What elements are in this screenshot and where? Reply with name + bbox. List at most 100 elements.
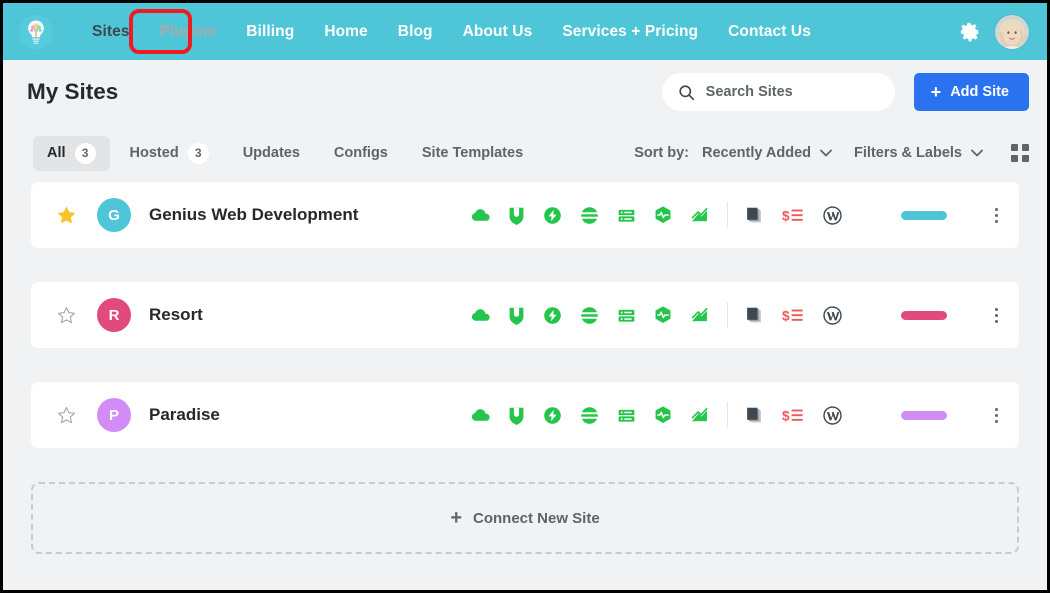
tab-hosted[interactable]: Hosted 3 xyxy=(116,136,223,171)
search-placeholder: Search Sites xyxy=(705,84,793,100)
nav-item-services-pricing[interactable]: Services + Pricing xyxy=(547,16,713,48)
chevron-down-icon xyxy=(820,149,832,157)
site-name[interactable]: Paradise xyxy=(149,405,220,425)
tab-configs[interactable]: Configs xyxy=(320,138,402,168)
nav-item-blog[interactable]: Blog xyxy=(383,16,448,48)
table-row[interactable]: R Resort $ xyxy=(31,282,1019,348)
nav-item-contact-us[interactable]: Contact Us xyxy=(713,16,826,48)
page-header: My Sites Search Sites + Add Site xyxy=(3,60,1047,124)
hexagon-pulse-icon[interactable] xyxy=(653,305,673,326)
stacked-pages-icon[interactable] xyxy=(745,206,764,225)
smartcrawl-icon[interactable] xyxy=(579,205,600,226)
page-title: My Sites xyxy=(27,79,119,104)
analytics-chart-icon[interactable] xyxy=(689,205,710,226)
row-meta-icons: $ xyxy=(745,205,843,226)
svg-text:$: $ xyxy=(782,208,790,223)
tab-hosted-count: 3 xyxy=(187,142,209,164)
service-status-icons xyxy=(470,205,710,226)
billing-dollar-list-icon[interactable]: $ xyxy=(782,306,804,325)
tab-all-count: 3 xyxy=(74,142,96,164)
wordpress-icon[interactable] xyxy=(822,205,843,226)
row-meta-icons: $ xyxy=(745,405,843,426)
site-name[interactable]: Genius Web Development xyxy=(149,205,358,225)
favorite-star-icon[interactable] xyxy=(57,406,76,425)
site-filter-tabs: All 3 Hosted 3 Updates Configs Site Temp… xyxy=(33,135,537,171)
cloud-icon[interactable] xyxy=(470,305,491,326)
site-label-pill[interactable] xyxy=(901,410,947,420)
nav-item-sites[interactable]: Sites xyxy=(77,16,145,48)
avatar: R xyxy=(97,298,131,332)
smartcrawl-icon[interactable] xyxy=(579,405,600,426)
sort-and-filter-controls: Sort by: Recently Added Filters & Labels xyxy=(634,144,1029,162)
server-stack-icon[interactable] xyxy=(616,405,637,426)
row-divider xyxy=(727,402,728,428)
top-navigation-bar: Sites Plugins Billing Home Blog About Us… xyxy=(3,3,1047,60)
wordpress-icon[interactable] xyxy=(822,405,843,426)
favorite-star-icon[interactable] xyxy=(57,306,76,325)
more-options-icon[interactable] xyxy=(987,305,1005,325)
server-stack-icon[interactable] xyxy=(616,305,637,326)
billing-dollar-list-icon[interactable]: $ xyxy=(782,406,804,425)
site-label-pill[interactable] xyxy=(901,210,947,220)
tab-all[interactable]: All 3 xyxy=(33,135,110,171)
shield-hub-icon[interactable] xyxy=(507,205,526,226)
lightbulb-logo-icon[interactable] xyxy=(19,14,53,49)
favorite-star-icon[interactable] xyxy=(57,206,76,225)
hexagon-pulse-icon[interactable] xyxy=(653,405,673,426)
more-options-icon[interactable] xyxy=(987,205,1005,225)
hummingbird-bolt-icon[interactable] xyxy=(542,305,563,326)
cloud-icon[interactable] xyxy=(470,205,491,226)
billing-dollar-list-icon[interactable]: $ xyxy=(782,206,804,225)
service-status-icons xyxy=(470,305,710,326)
main-nav: Sites Plugins Billing Home Blog About Us… xyxy=(77,16,958,48)
tab-all-label: All xyxy=(47,145,66,161)
nav-item-about-us[interactable]: About Us xyxy=(448,16,548,48)
svg-text:$: $ xyxy=(782,408,790,423)
nav-item-plugins[interactable]: Plugins xyxy=(145,16,232,48)
user-avatar-photo[interactable] xyxy=(995,14,1029,49)
nav-item-billing[interactable]: Billing xyxy=(231,16,309,48)
connect-new-site-label: Connect New Site xyxy=(473,509,600,527)
avatar-initial: P xyxy=(108,406,119,424)
hummingbird-bolt-icon[interactable] xyxy=(542,205,563,226)
nav-item-home[interactable]: Home xyxy=(309,16,382,48)
gear-icon[interactable] xyxy=(958,20,981,43)
site-name[interactable]: Resort xyxy=(149,305,203,325)
filters-and-labels-dropdown[interactable]: Filters & Labels xyxy=(854,145,983,161)
avatar-initial: G xyxy=(108,206,120,224)
connect-new-site-button[interactable]: + Connect New Site xyxy=(31,482,1019,554)
table-row[interactable]: P Paradise $ xyxy=(31,382,1019,448)
row-meta-icons: $ xyxy=(745,305,843,326)
top-nav-right-actions xyxy=(958,14,1033,49)
smartcrawl-icon[interactable] xyxy=(579,305,600,326)
filter-bar: All 3 Hosted 3 Updates Configs Site Temp… xyxy=(3,124,1047,182)
tab-site-templates[interactable]: Site Templates xyxy=(408,138,537,168)
tab-updates[interactable]: Updates xyxy=(229,138,314,168)
analytics-chart-icon[interactable] xyxy=(689,305,710,326)
service-status-icons xyxy=(470,405,710,426)
filters-and-labels-label: Filters & Labels xyxy=(854,145,962,161)
stacked-pages-icon[interactable] xyxy=(745,406,764,425)
add-site-button[interactable]: + Add Site xyxy=(913,73,1029,111)
hexagon-pulse-icon[interactable] xyxy=(653,205,673,226)
hummingbird-bolt-icon[interactable] xyxy=(542,405,563,426)
sort-by-value: Recently Added xyxy=(701,145,812,161)
grid-view-icon[interactable] xyxy=(1011,144,1029,162)
search-input[interactable]: Search Sites xyxy=(661,73,895,111)
app-window: Sites Plugins Billing Home Blog About Us… xyxy=(0,0,1050,593)
site-label-pill[interactable] xyxy=(901,310,947,320)
analytics-chart-icon[interactable] xyxy=(689,405,710,426)
table-row[interactable]: G Genius Web Development $ xyxy=(31,182,1019,248)
avatar: P xyxy=(97,398,131,432)
shield-hub-icon[interactable] xyxy=(507,405,526,426)
plus-icon: + xyxy=(450,507,462,529)
wordpress-icon[interactable] xyxy=(822,305,843,326)
more-options-icon[interactable] xyxy=(987,405,1005,425)
server-stack-icon[interactable] xyxy=(616,205,637,226)
cloud-icon[interactable] xyxy=(470,405,491,426)
shield-hub-icon[interactable] xyxy=(507,305,526,326)
stacked-pages-icon[interactable] xyxy=(745,306,764,325)
page-header-actions: Search Sites + Add Site xyxy=(661,73,1029,111)
plus-icon: + xyxy=(930,82,942,102)
sort-by-dropdown[interactable]: Recently Added xyxy=(702,145,832,161)
